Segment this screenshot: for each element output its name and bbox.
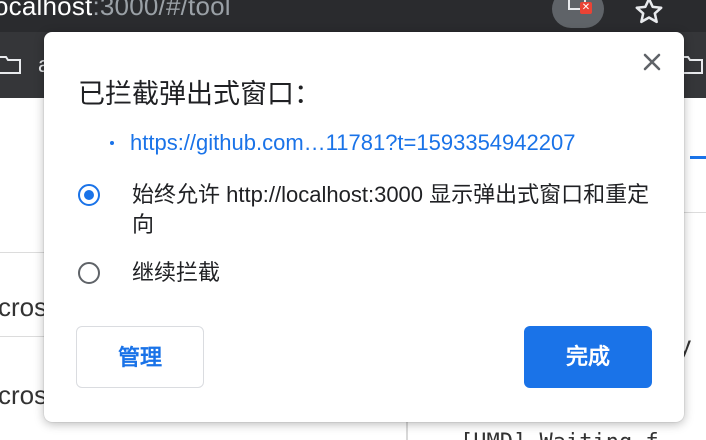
manage-button[interactable]: 管理 [76, 326, 204, 388]
radio-keep-blocking[interactable] [78, 262, 100, 284]
active-tab-indicator [690, 156, 706, 159]
blocked-x-icon: ✕ [580, 2, 592, 14]
url-path: :3000/#/tool [92, 0, 231, 21]
dialog-title: 已拦截弹出式窗口： [78, 79, 321, 109]
option-label[interactable]: 继续拦截 [132, 258, 660, 288]
option-label[interactable]: 始终允许 http://localhost:3000 显示弹出式窗口和重定向 [132, 180, 660, 240]
console-text: [UMD] Waiting f [460, 430, 659, 440]
page-text-fragment: cros [0, 292, 48, 322]
radio-always-allow[interactable] [78, 184, 100, 206]
close-icon[interactable] [638, 48, 666, 76]
blocked-popup-list-item: https://github.com…11781?t=1593354942207 [110, 130, 575, 156]
address-bar[interactable]: ocalhost:3000/#/tool ✕ [0, 0, 706, 32]
blocked-popup-link[interactable]: https://github.com…11781?t=1593354942207 [130, 130, 575, 155]
url-host: ocalhost [0, 0, 93, 21]
bullet [110, 140, 114, 145]
screen: ocalhost:3000/#/tool ✕ a cros cros y [0, 0, 706, 440]
url-text[interactable]: ocalhost:3000/#/tool [0, 0, 231, 22]
folder-icon[interactable] [0, 54, 22, 76]
popup-blocked-dialog: 已拦截弹出式窗口： https://github.com…11781?t=159… [44, 32, 684, 422]
page-text-fragment: cros [0, 380, 48, 410]
bookmark-star-icon[interactable] [632, 0, 666, 28]
popup-blocked-icon[interactable]: ✕ [552, 0, 604, 28]
done-button[interactable]: 完成 [524, 326, 652, 388]
